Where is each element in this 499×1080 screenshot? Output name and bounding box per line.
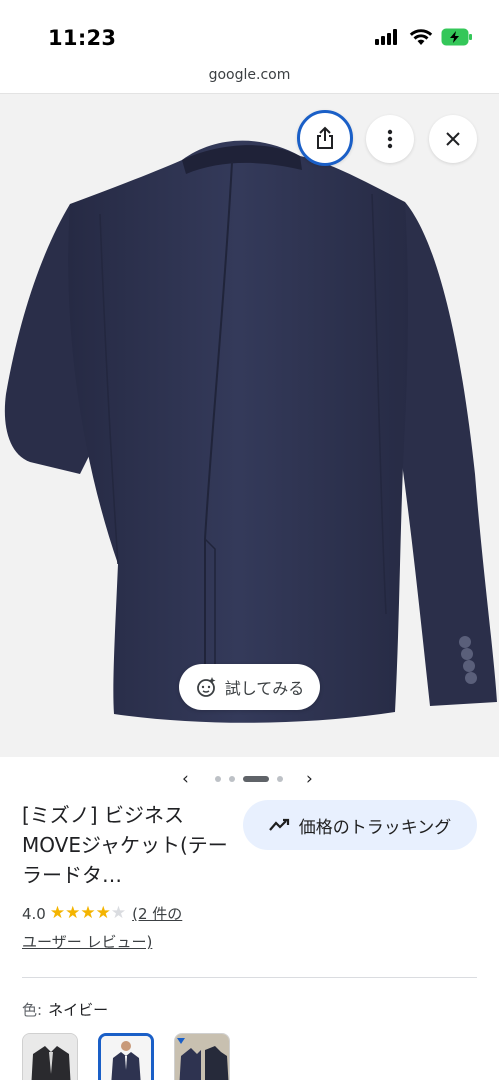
more-vert-icon — [387, 129, 393, 149]
wifi-icon — [409, 29, 433, 45]
status-icons — [375, 28, 473, 46]
try-on-button[interactable]: 試してみる — [179, 664, 320, 710]
product-image-viewer[interactable]: 試してみる — [0, 94, 499, 757]
variant-image — [23, 1034, 77, 1080]
status-bar: 11:23 — [0, 0, 499, 62]
color-label: 色: — [22, 1001, 43, 1019]
trending-icon — [268, 818, 289, 831]
track-price-button[interactable]: 価格のトラッキング — [243, 800, 477, 850]
star-filled-icon: ★ — [49, 903, 66, 923]
star-filled-icon: ★ — [80, 903, 96, 923]
status-time: 11:23 — [48, 26, 117, 50]
review-link-continued[interactable]: ユーザー レビュー) — [22, 931, 152, 952]
pager-dot-active[interactable] — [243, 776, 269, 782]
close-icon — [446, 132, 460, 146]
share-icon — [317, 126, 333, 149]
variant-image — [101, 1036, 151, 1080]
star-filled-icon: ★ — [95, 903, 111, 923]
divider — [22, 977, 477, 978]
pager-dot[interactable] — [277, 776, 283, 782]
more-options-button[interactable] — [366, 115, 414, 163]
battery-charging-icon — [441, 28, 472, 46]
image-pager: ‹ › — [0, 768, 499, 790]
star-filled-icon: ★ — [65, 903, 81, 923]
try-on-icon — [196, 677, 216, 697]
url-bar[interactable]: google.com — [0, 62, 499, 94]
share-button[interactable] — [297, 110, 353, 166]
pager-dot[interactable] — [229, 776, 235, 782]
prev-image-button[interactable]: ‹ — [182, 768, 189, 790]
variant-thumb-navy[interactable] — [98, 1033, 154, 1080]
product-image — [4, 140, 497, 723]
variant-thumb-black[interactable] — [22, 1033, 78, 1080]
variant-image — [175, 1034, 229, 1080]
variant-thumbnails — [22, 1033, 230, 1080]
review-link[interactable]: (2 件の — [132, 903, 182, 924]
color-row: 色: ネイビー — [22, 999, 108, 1020]
rating-score: 4.0 — [22, 904, 46, 923]
next-image-button[interactable]: › — [306, 768, 313, 790]
try-on-label: 試してみる — [224, 679, 305, 698]
color-value: ネイビー — [48, 1001, 109, 1019]
close-button[interactable] — [429, 115, 477, 163]
signal-icon — [375, 29, 397, 45]
track-price-label: 価格のトラッキング — [298, 817, 452, 838]
pager-dot[interactable] — [215, 776, 221, 782]
product-title: [ミズノ] ビジネスMOVEジャケット(テーラードタ… — [22, 803, 228, 887]
star-empty-icon: ★ — [110, 903, 127, 923]
variant-thumb-navy-alt[interactable] — [174, 1033, 230, 1080]
rating-row: 4.0 ★ ★ ★ ★ ★ (2 件の — [22, 903, 182, 924]
